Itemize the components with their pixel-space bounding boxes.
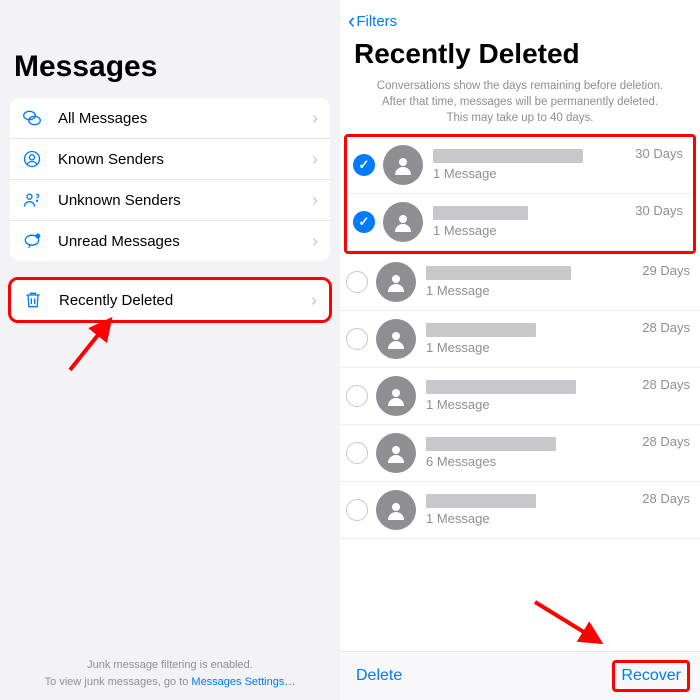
contact-name-redacted — [426, 380, 576, 394]
contact-name-redacted — [426, 266, 571, 280]
filter-row-all-messages[interactable]: All Messages › — [10, 98, 330, 139]
conversation-row[interactable]: 1 Message 28 Days — [340, 368, 700, 425]
avatar-icon — [376, 433, 416, 473]
back-label: Filters — [356, 13, 397, 30]
person-circle-icon — [22, 148, 48, 170]
recently-deleted-label: Recently Deleted — [59, 292, 311, 309]
conversation-info: 1 Message — [426, 323, 636, 355]
recently-deleted-title: Recently Deleted — [354, 38, 686, 70]
recently-deleted-group: Recently Deleted › — [8, 277, 332, 323]
filter-row-unknown-senders[interactable]: Unknown Senders › — [10, 180, 330, 221]
message-count: 1 Message — [426, 283, 636, 298]
filter-label: Unknown Senders — [58, 192, 312, 209]
message-count: 1 Message — [433, 166, 629, 181]
filter-row-unread-messages[interactable]: Unread Messages › — [10, 221, 330, 261]
days-remaining: 30 Days — [635, 202, 683, 218]
days-remaining: 28 Days — [642, 490, 690, 506]
trash-icon — [23, 289, 49, 311]
contact-name-redacted — [433, 206, 528, 220]
selection-checkbox[interactable] — [346, 271, 368, 293]
conversation-row[interactable]: 6 Messages 28 Days — [340, 425, 700, 482]
message-count: 1 Message — [426, 511, 636, 526]
days-remaining: 28 Days — [642, 433, 690, 449]
chevron-right-icon: › — [311, 290, 317, 311]
recently-deleted-row[interactable]: Recently Deleted › — [11, 280, 329, 320]
contact-name-redacted — [426, 494, 536, 508]
avatar-icon — [376, 376, 416, 416]
unread-bubble-icon — [22, 230, 48, 252]
contact-name-redacted — [426, 323, 536, 337]
page-title: Messages — [14, 50, 326, 84]
avatar-icon — [376, 319, 416, 359]
filter-label: Known Senders — [58, 151, 312, 168]
junk-note-line1: Junk message filtering is enabled. — [0, 657, 340, 674]
selection-checkbox[interactable] — [353, 211, 375, 233]
selection-checkbox[interactable] — [346, 328, 368, 350]
chevron-right-icon: › — [312, 108, 318, 129]
conversation-info: 1 Message — [433, 206, 629, 238]
chevron-right-icon: › — [312, 231, 318, 252]
conversation-info: 6 Messages — [426, 437, 636, 469]
contact-name-redacted — [426, 437, 556, 451]
avatar-icon — [383, 145, 423, 185]
days-remaining: 28 Days — [642, 319, 690, 335]
chevron-left-icon: ‹ — [348, 8, 355, 34]
avatar-icon — [383, 202, 423, 242]
conversation-row[interactable]: 1 Message 29 Days — [340, 254, 700, 311]
recently-deleted-panel: ‹ Filters Recently Deleted Conversations… — [340, 0, 700, 700]
selection-checkbox[interactable] — [346, 442, 368, 464]
conversation-list: 1 Message 30 Days 1 Message 30 Days 1 Me… — [340, 134, 700, 651]
delete-button[interactable]: Delete — [356, 667, 402, 685]
person-question-icon — [22, 189, 48, 211]
selection-checkbox[interactable] — [346, 385, 368, 407]
message-count: 1 Message — [433, 223, 629, 238]
bottom-toolbar: Delete Recover — [340, 651, 700, 700]
contact-name-redacted — [433, 149, 583, 163]
deletion-info-text: Conversations show the days remaining be… — [340, 76, 700, 134]
messages-settings-link[interactable]: Messages Settings… — [191, 676, 295, 688]
messages-filters-panel: Messages All Messages › Known Senders › … — [0, 0, 340, 700]
selection-checkbox[interactable] — [346, 499, 368, 521]
junk-note-line2: To view junk messages, go to Messages Se… — [0, 674, 340, 691]
recover-button[interactable]: Recover — [612, 660, 690, 692]
filter-label: Unread Messages — [58, 233, 312, 250]
conversation-row[interactable]: 1 Message 30 Days — [347, 194, 693, 251]
message-count: 1 Message — [426, 397, 636, 412]
conversation-info: 1 Message — [426, 494, 636, 526]
avatar-icon — [376, 490, 416, 530]
days-remaining: 30 Days — [635, 145, 683, 161]
conversation-info: 1 Message — [426, 266, 636, 298]
conversation-info: 1 Message — [426, 380, 636, 412]
days-remaining: 28 Days — [642, 376, 690, 392]
conversation-row[interactable]: 1 Message 30 Days — [347, 137, 693, 194]
selected-conversations-highlight: 1 Message 30 Days 1 Message 30 Days — [344, 134, 696, 254]
filter-row-known-senders[interactable]: Known Senders › — [10, 139, 330, 180]
conversation-row[interactable]: 1 Message 28 Days — [340, 311, 700, 368]
junk-filter-note: Junk message filtering is enabled. To vi… — [0, 657, 340, 690]
chat-bubbles-icon — [22, 107, 48, 129]
avatar-icon — [376, 262, 416, 302]
message-count: 1 Message — [426, 340, 636, 355]
selection-checkbox[interactable] — [353, 154, 375, 176]
back-to-filters-button[interactable]: ‹ Filters — [340, 0, 700, 34]
chevron-right-icon: › — [312, 190, 318, 211]
message-count: 6 Messages — [426, 454, 636, 469]
conversation-row[interactable]: 1 Message 28 Days — [340, 482, 700, 539]
filter-label: All Messages — [58, 110, 312, 127]
filters-group: All Messages › Known Senders › Unknown S… — [10, 98, 330, 261]
chevron-right-icon: › — [312, 149, 318, 170]
days-remaining: 29 Days — [642, 262, 690, 278]
conversation-info: 1 Message — [433, 149, 629, 181]
